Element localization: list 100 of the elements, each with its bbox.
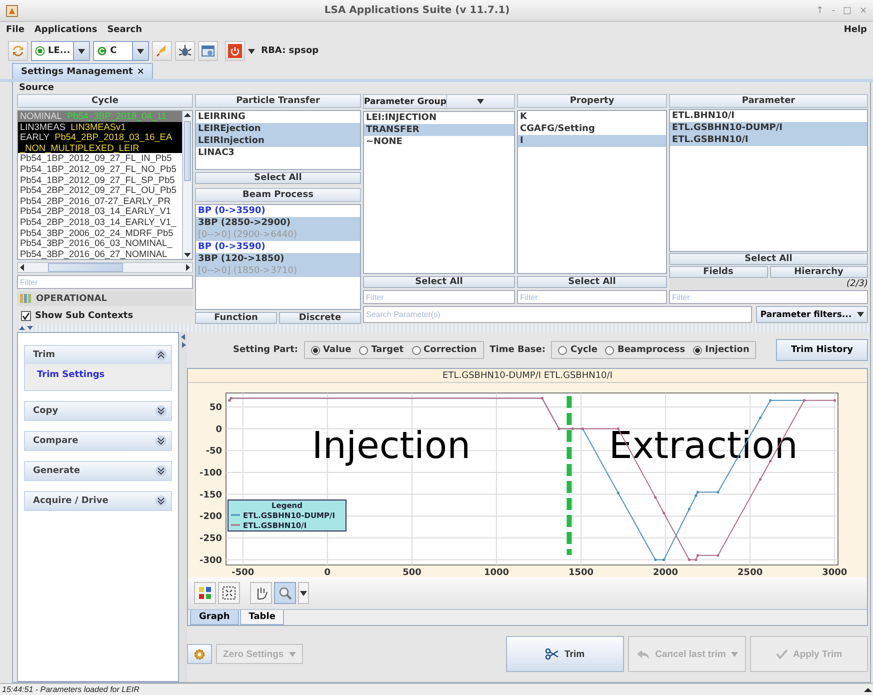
arrow-left-icon[interactable] bbox=[18, 263, 27, 272]
cycle-row[interactable]: Pb54_2BP_2012_09_27_FL_OU_Pb5 bbox=[18, 185, 182, 196]
view-button[interactable]: Hierarchy bbox=[770, 266, 868, 278]
zoom-button[interactable] bbox=[274, 582, 296, 604]
accordion-header[interactable]: Generate bbox=[25, 462, 171, 480]
fit-button[interactable] bbox=[218, 582, 240, 604]
mode-button[interactable]: Function bbox=[195, 312, 277, 324]
list-item[interactable]: CGAFG/Setting bbox=[518, 123, 666, 135]
parameter-filters-button[interactable]: Parameter filters... bbox=[756, 306, 868, 323]
radio-option[interactable]: Injection bbox=[693, 345, 750, 355]
context-name: LIN3MEAS bbox=[20, 122, 66, 132]
chevron-down-icon bbox=[155, 465, 167, 477]
count-label: (2/3) bbox=[669, 279, 868, 289]
arrow-down-icon[interactable] bbox=[183, 251, 192, 259]
radio-option[interactable]: Beamprocess bbox=[605, 345, 686, 355]
close-icon[interactable]: × bbox=[136, 66, 144, 76]
menu-item[interactable]: Help bbox=[844, 25, 867, 35]
view-tab[interactable]: Table bbox=[240, 610, 284, 625]
power-button[interactable] bbox=[225, 41, 246, 61]
list-item[interactable]: K bbox=[518, 111, 666, 123]
cycle-row[interactable]: Pb54_3BP_2006_02_24_MDRF_Pb5 bbox=[18, 228, 182, 238]
cycle-row[interactable]: LIN3MEAS LIN3MEASv1 bbox=[18, 122, 182, 132]
filter-field[interactable]: Filter bbox=[363, 290, 515, 304]
sidebar-link[interactable]: Trim Settings bbox=[37, 370, 105, 380]
accordion-header[interactable]: Trim bbox=[25, 346, 171, 364]
list-item[interactable]: LINAC3 bbox=[196, 147, 360, 159]
radio-option[interactable]: Correction bbox=[412, 345, 477, 355]
select-all-button[interactable]: Select All bbox=[363, 276, 515, 288]
tick-label: -500 bbox=[232, 568, 254, 577]
view-button[interactable]: Fields bbox=[669, 266, 768, 278]
list-item[interactable]: 3BP (2850->2900) bbox=[196, 217, 360, 229]
select-all-button[interactable]: Select All bbox=[195, 172, 361, 184]
list-item[interactable]: I bbox=[518, 135, 666, 147]
scrollbar[interactable] bbox=[182, 111, 192, 259]
sync-button[interactable] bbox=[8, 41, 28, 61]
select-all-button[interactable]: Select All bbox=[517, 276, 667, 288]
tick-label: 0 bbox=[216, 424, 222, 435]
window-button[interactable] bbox=[198, 41, 218, 61]
cycle-row[interactable]: Pb54_1BP_2012_09_27_FL_IN_Pb5 bbox=[18, 153, 182, 164]
list-item[interactable]: ETL.BHN10/I bbox=[670, 110, 867, 122]
arrow-right-icon[interactable] bbox=[183, 263, 192, 272]
menu-item[interactable]: Applications bbox=[34, 25, 98, 35]
scrollbar[interactable] bbox=[17, 262, 193, 273]
cycle-combo[interactable]: C bbox=[93, 41, 150, 61]
power-icon bbox=[228, 44, 242, 58]
chevron-down-icon bbox=[155, 405, 167, 417]
cycle-row[interactable]: Pb54_3BP_2016_06_03_NOMINAL_ bbox=[18, 238, 182, 249]
settings-button[interactable] bbox=[187, 644, 212, 664]
zoom-menu-button[interactable] bbox=[298, 582, 309, 604]
list-item[interactable]: LEIREjection bbox=[196, 123, 360, 135]
list-item[interactable]: LEI:INJECTION bbox=[364, 112, 514, 124]
list-item[interactable]: BP (0->3590) bbox=[196, 205, 360, 217]
arrow-up-icon[interactable] bbox=[183, 111, 192, 119]
group-combo[interactable]: Parameter Group bbox=[363, 94, 515, 109]
filter-field[interactable]: Filter bbox=[517, 290, 667, 304]
view-tab[interactable]: Graph bbox=[190, 610, 239, 625]
pan-button[interactable] bbox=[250, 582, 272, 604]
filter-field[interactable]: Filter bbox=[669, 290, 868, 304]
cycle-row[interactable]: Pb54_1BP_2012_09_27_FL_SP_Pb5 bbox=[18, 174, 182, 186]
tab[interactable]: Settings Management × bbox=[12, 63, 154, 79]
rba-label: RBA: spsop bbox=[261, 46, 319, 56]
cycle-row[interactable]: EARLY Pb54_2BP_2018_03_16_EA _NON_MULTIPLEXED_LEIR bbox=[18, 132, 182, 154]
cycle-row[interactable]: Pb54_1BP_2012_09_27_FL_NO_Pb5 bbox=[18, 164, 182, 175]
list-item[interactable]: ETL.GSBHN10-DUMP/I bbox=[670, 122, 867, 134]
select-all-button[interactable]: Select All bbox=[669, 253, 868, 265]
bug-button[interactable] bbox=[175, 41, 196, 61]
scroll-up-icon[interactable] bbox=[863, 686, 873, 694]
list-item[interactable]: ~NONE bbox=[364, 136, 514, 148]
radio-option[interactable]: Target bbox=[359, 345, 404, 355]
show-sub-contexts-checkbox[interactable]: Show Sub Contexts bbox=[17, 308, 193, 324]
accordion-header[interactable]: Compare bbox=[25, 432, 171, 450]
color-palette-button[interactable] bbox=[194, 582, 216, 604]
accordion-header[interactable]: Acquire / Drive bbox=[25, 492, 171, 510]
collapse-arrows-icon[interactable] bbox=[19, 325, 33, 331]
cycle-row[interactable]: Pb54_2BP_2018_03_14_EARLY_V1 bbox=[18, 206, 182, 217]
search-field[interactable]: Search Parameter(s) bbox=[363, 306, 752, 323]
context-combo[interactable]: LE... bbox=[31, 41, 90, 61]
list-item[interactable]: 3BP (120->1850) bbox=[196, 253, 360, 265]
list-item[interactable]: LEIRInjection bbox=[196, 135, 360, 147]
menu-item[interactable]: Search bbox=[107, 25, 142, 35]
radio-option[interactable]: Cycle bbox=[558, 345, 598, 355]
menu-item[interactable]: File bbox=[6, 25, 24, 35]
list-item[interactable]: ETL.GSBHN10/I bbox=[670, 134, 867, 146]
cycle-row[interactable]: Pb54_3BP_2016_06_27_NOMINAL bbox=[18, 248, 182, 259]
filter-field[interactable]: Filter bbox=[17, 275, 193, 289]
mode-button[interactable]: Discrete bbox=[279, 312, 361, 324]
cycle-row[interactable]: Pb54_2BP_2016_07-27_EARLY_PR bbox=[18, 196, 182, 206]
collapse-arrows-icon[interactable] bbox=[180, 334, 186, 348]
list-item[interactable]: TRANSFER bbox=[364, 124, 514, 136]
fit-icon bbox=[222, 586, 236, 600]
magnifier-icon bbox=[278, 586, 292, 600]
tick-label: 50 bbox=[209, 402, 222, 413]
cycle-row[interactable]: Pb54_2BP_2018_03_14_EARLY_V1_ bbox=[18, 216, 182, 228]
trim-history-button[interactable]: Trim History bbox=[776, 339, 868, 361]
radio-option[interactable]: Value bbox=[311, 345, 352, 355]
action-button[interactable]: Trim bbox=[506, 636, 624, 672]
list-item[interactable]: LEIRRING bbox=[196, 111, 360, 123]
list-item[interactable]: BP (0->3590) bbox=[196, 241, 360, 253]
accordion-header[interactable]: Copy bbox=[25, 402, 171, 420]
tick-label: 2500 bbox=[738, 568, 763, 577]
